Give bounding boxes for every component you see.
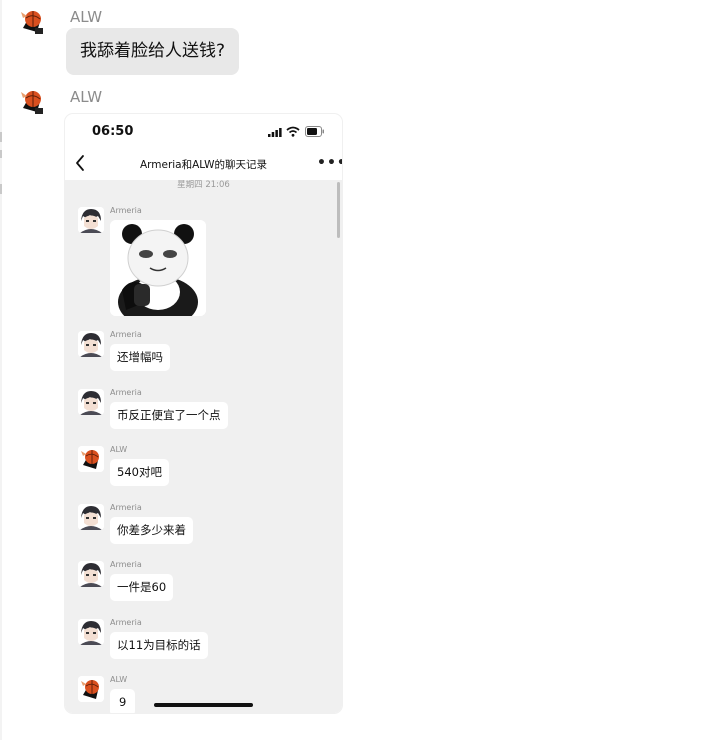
alw-avatar bbox=[78, 446, 104, 472]
panda-meme-icon bbox=[110, 220, 206, 316]
chat-timestamp: 星期四 21:06 bbox=[177, 180, 230, 190]
chat-history-title: Armeria和ALW的聊天记录 bbox=[139, 159, 268, 171]
signal-icon bbox=[268, 128, 282, 137]
armeria-avatar bbox=[78, 561, 104, 587]
armeria-avatar bbox=[78, 619, 104, 645]
chat-sender: Armeria bbox=[110, 206, 142, 215]
chat-bubble[interactable]: 9 bbox=[110, 689, 136, 713]
window-left-edge bbox=[0, 0, 2, 740]
alw-avatar[interactable] bbox=[17, 86, 47, 116]
sender-name: ALW bbox=[70, 8, 103, 26]
panda-sticker[interactable] bbox=[110, 220, 206, 316]
chat-bubble[interactable]: 币反正便宜了一个点 bbox=[110, 402, 228, 429]
chat-bubble[interactable]: 以11为目标的话 bbox=[110, 632, 208, 659]
message-bubble[interactable]: 我舔着脸给人送钱? bbox=[66, 28, 240, 75]
armeria-avatar bbox=[78, 389, 104, 415]
battery-icon bbox=[305, 126, 324, 137]
chat-screenshot-image[interactable]: 06:50 Armeria和ALW的聊天记录 •• 星期四 21:06 Arme… bbox=[65, 114, 342, 713]
chat-sender: Armeria bbox=[110, 388, 142, 397]
scrollbar[interactable] bbox=[337, 182, 340, 238]
status-time: 06:50 bbox=[92, 124, 134, 139]
chat-bubble[interactable]: 一件是60 bbox=[110, 574, 174, 601]
alw-avatar bbox=[78, 676, 104, 702]
home-indicator bbox=[154, 703, 253, 707]
wifi-icon bbox=[286, 126, 300, 137]
chat-history-area: 星期四 21:06 Armeria Armeria 还增幅吗 Armeria 币… bbox=[65, 180, 342, 713]
back-chevron-icon[interactable] bbox=[74, 154, 86, 172]
more-options-icon[interactable]: ••• bbox=[317, 156, 342, 170]
chat-sender: Armeria bbox=[110, 330, 142, 339]
chat-sender: ALW bbox=[110, 675, 128, 684]
sender-name: ALW bbox=[70, 88, 103, 106]
chat-sender: Armeria bbox=[110, 503, 142, 512]
chat-sender: ALW bbox=[110, 445, 128, 454]
phone-nav-bar: Armeria和ALW的聊天记录 ••• bbox=[65, 148, 342, 180]
chat-sender: Armeria bbox=[110, 560, 142, 569]
armeria-avatar bbox=[78, 207, 104, 233]
phone-status-bar: 06:50 bbox=[65, 114, 342, 148]
chat-sender: Armeria bbox=[110, 618, 142, 627]
chat-bubble[interactable]: 540对吧 bbox=[110, 459, 169, 486]
armeria-avatar bbox=[78, 504, 104, 530]
chat-bubble[interactable]: 你差多少来着 bbox=[110, 517, 193, 544]
chat-bubble[interactable]: 还增幅吗 bbox=[110, 344, 170, 371]
alw-avatar[interactable] bbox=[17, 6, 47, 36]
armeria-avatar bbox=[78, 331, 104, 357]
